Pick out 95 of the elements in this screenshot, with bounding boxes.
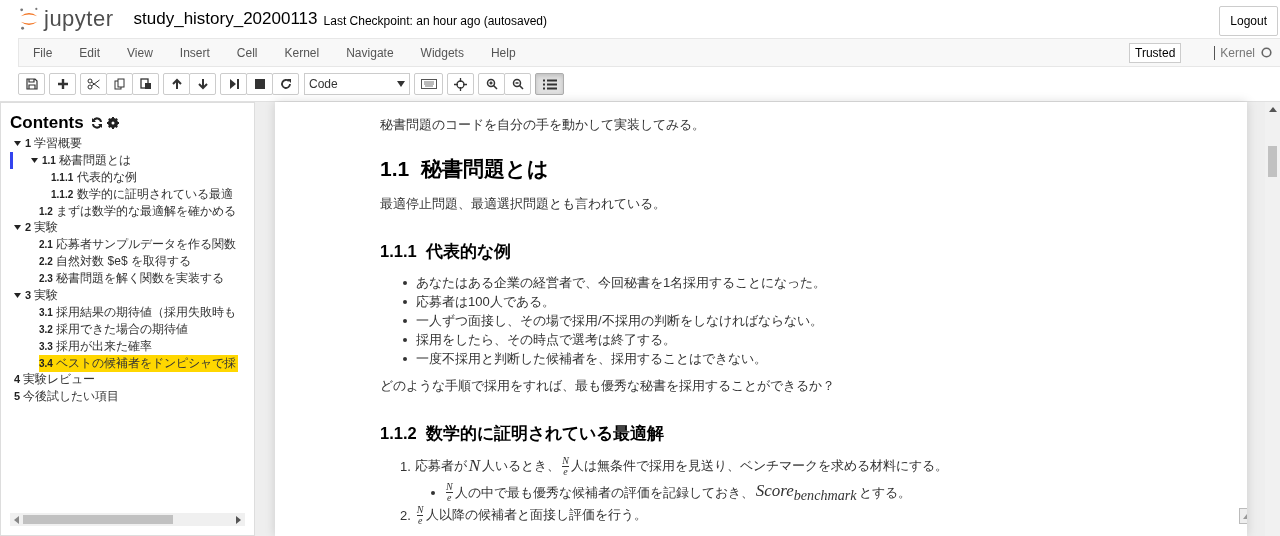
- keyboard-button[interactable]: [414, 73, 443, 95]
- logout-button[interactable]: Logout: [1219, 6, 1278, 36]
- scroll-up-icon[interactable]: [1268, 107, 1277, 112]
- caret-icon[interactable]: [14, 140, 21, 146]
- menu-item[interactable]: Cell: [236, 45, 270, 60]
- toc-link[interactable]: 1.2 まずは数学的な最適解を確かめる: [39, 202, 239, 220]
- save-button[interactable]: [18, 73, 45, 95]
- paragraph: 秘書問題のコードを自分の手を動かして実装してみる。: [380, 116, 706, 134]
- restart-icon: [279, 78, 292, 90]
- scissors-icon: [87, 78, 100, 90]
- menu-item[interactable]: Insert: [179, 45, 222, 60]
- move-up-button[interactable]: [163, 73, 190, 95]
- menu-item[interactable]: File: [33, 45, 65, 60]
- step-forward-icon: [227, 78, 240, 90]
- cell-type-dropdown[interactable]: Code: [304, 73, 410, 95]
- toc-toggle-button[interactable]: [535, 73, 564, 95]
- bullet-icon: [403, 337, 407, 342]
- copy-icon: [113, 78, 126, 90]
- menu-item[interactable]: Navigate: [346, 45, 406, 60]
- caret-icon[interactable]: [14, 225, 21, 231]
- zoom-out-icon: [511, 78, 524, 90]
- scroll-right-icon[interactable]: [236, 515, 241, 524]
- scrollbar-thumb[interactable]: [23, 515, 174, 524]
- trusted-button[interactable]: Trusted: [1129, 42, 1182, 63]
- menu-item[interactable]: View: [127, 45, 165, 60]
- toc-link[interactable]: 3 実験: [25, 286, 61, 304]
- caret-icon[interactable]: [14, 292, 21, 298]
- zoom-out-button[interactable]: [504, 73, 531, 95]
- arrow-up-icon: [170, 78, 183, 90]
- stop-icon: [253, 78, 266, 90]
- add-cell-button[interactable]: [49, 73, 76, 95]
- toc-link[interactable]: 3.1 採用結果の期待値（採用失敗時も: [39, 303, 239, 321]
- settings-icon[interactable]: [106, 117, 119, 129]
- section-heading: 1.1 秘書問題とは: [380, 156, 550, 182]
- horizontal-scrollbar[interactable]: [10, 513, 245, 526]
- list-number: 2.: [400, 507, 411, 523]
- toc-link[interactable]: 3.2 採用できた場合の期待値: [39, 320, 191, 338]
- stop-button[interactable]: [246, 73, 273, 95]
- toc-title: Contents: [10, 113, 84, 133]
- zoom-in-button[interactable]: [478, 73, 505, 95]
- bullet-icon: [403, 299, 407, 304]
- notebook-name[interactable]: study_history_20200113: [133, 9, 318, 29]
- crosshair-button[interactable]: [447, 73, 474, 95]
- cut-button[interactable]: [80, 73, 107, 95]
- scrollbar-thumb[interactable]: [1268, 146, 1277, 177]
- restart-button[interactable]: [272, 73, 299, 95]
- zoom-in-icon: [485, 78, 498, 90]
- menu-item[interactable]: Widgets: [420, 45, 476, 60]
- toc-link[interactable]: 5 今後試したい項目: [14, 388, 122, 406]
- bullet-icon: [403, 356, 407, 361]
- toc-link[interactable]: 1.1.2 数学的に証明されている最適: [51, 185, 235, 203]
- subsection-heading: 1.1.2 数学的に証明されている最適解: [380, 423, 665, 444]
- toc-link[interactable]: 3.3 採用が出来た確率: [39, 337, 155, 355]
- toc-link[interactable]: 1 学習概要: [25, 134, 85, 152]
- scroll-left-icon[interactable]: [14, 515, 19, 524]
- toc-link[interactable]: 2.2 自然対数 $e$ を取得する: [39, 253, 193, 271]
- toc-link[interactable]: 4 実験レビュー: [14, 371, 98, 389]
- paragraph: どのような手順で採用をすれば、最も優秀な秘書を採用することができるか？: [380, 377, 836, 395]
- list-number: 1.: [400, 458, 411, 474]
- toc-link[interactable]: 2 実験: [25, 219, 61, 237]
- bullet-icon: [431, 490, 435, 495]
- caret-icon: [397, 81, 405, 87]
- refresh-icon[interactable]: [90, 117, 103, 129]
- toc-link[interactable]: 2.1 応募者サンプルデータを作る関数: [39, 236, 239, 254]
- bullet-icon: [403, 280, 407, 285]
- list-icon: [542, 78, 557, 90]
- menu-item[interactable]: Help: [490, 45, 528, 60]
- toc-link[interactable]: 1.1 秘書問題とは: [42, 151, 134, 169]
- toc-link[interactable]: 3.4 ベストの候補者をドンピシャで採: [39, 354, 239, 372]
- paragraph: 最適停止問題、最適選択問題とも言われている。: [380, 195, 667, 213]
- keyboard-icon: [420, 79, 437, 89]
- move-down-button[interactable]: [189, 73, 216, 95]
- menu-item[interactable]: Kernel: [284, 45, 332, 60]
- list-item: 一人ずつ面接し、その場で採用/不採用の判断をしなければならない。: [416, 311, 823, 330]
- logo-text[interactable]: jupyter: [44, 6, 114, 32]
- toc-link[interactable]: 2.3 秘書問題を解く関数を実装する: [39, 270, 227, 288]
- kernel-name: Kernel: [1214, 45, 1255, 60]
- caret-icon[interactable]: [31, 157, 38, 163]
- list-item: 一度不採用と判断した候補者を、採用することはできない。: [416, 349, 767, 368]
- plus-icon: [56, 78, 69, 90]
- jupyter-logo-icon: [18, 6, 40, 32]
- kernel-status-icon: [1261, 47, 1272, 58]
- menu-item[interactable]: Edit: [79, 45, 113, 60]
- toc-link[interactable]: 1.1.1 代表的な例: [51, 168, 139, 186]
- checkpoint-status: Last Checkpoint: an hour ago (autosaved): [323, 13, 548, 28]
- run-button[interactable]: [220, 73, 247, 95]
- crosshair-icon: [454, 77, 467, 91]
- subsection-heading: 1.1.1 代表的な例: [380, 241, 512, 263]
- bullet-icon: [403, 318, 407, 323]
- list-item: 応募者は100人である。: [416, 292, 555, 311]
- paste-button[interactable]: [132, 73, 159, 95]
- paste-icon: [139, 78, 152, 90]
- list-item: あなたはある企業の経営者で、今回秘書を1名採用することになった。: [416, 273, 827, 292]
- list-item: 採用をしたら、その時点で選考は終了する。: [416, 330, 676, 349]
- arrow-down-icon: [196, 78, 209, 90]
